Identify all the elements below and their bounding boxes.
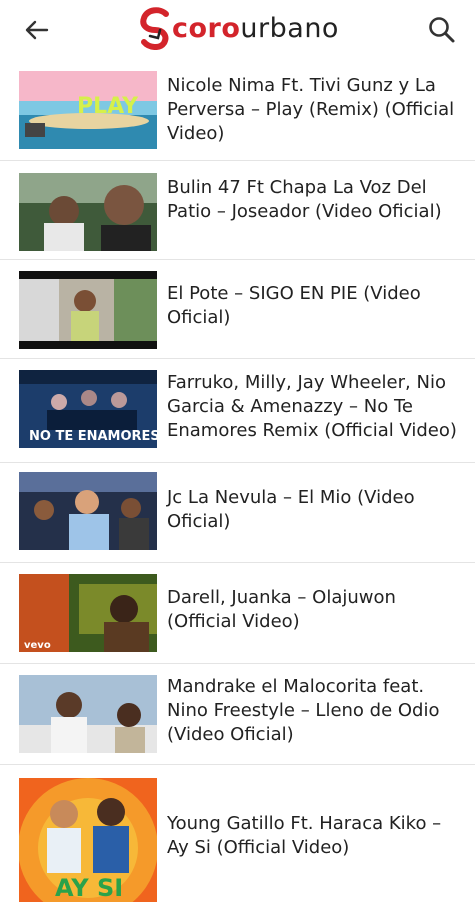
video-title: Nicole Nima Ft. Tivi Gunz y La Perversa … xyxy=(167,75,455,144)
video-thumbnail: PLAY xyxy=(19,71,157,149)
list-item[interactable]: Mandrake el Malocorita feat. Nino Freest… xyxy=(0,664,475,765)
logo-text: corourbano xyxy=(172,13,339,44)
video-thumbnail xyxy=(19,271,157,349)
list-item[interactable]: AY SI Young Gatillo Ft. Haraca Kiko – Ay… xyxy=(0,765,475,905)
video-title: Darell, Juanka – Olajuwon (Official Vide… xyxy=(167,587,396,632)
thumb-overlay-text: PLAY xyxy=(77,94,139,119)
app-bar: corourbano xyxy=(0,0,475,58)
logo-text-urbano: urbano xyxy=(240,12,339,44)
video-title: Jc La Nevula – El Mio (Video Oficial) xyxy=(167,487,415,532)
logo-mark-icon xyxy=(140,7,169,50)
video-title: Bulin 47 Ft Chapa La Voz Del Patio – Jos… xyxy=(167,177,442,222)
thumb-overlay-text: AY SI xyxy=(55,874,123,902)
list-item[interactable]: El Pote – SIGO EN PIE (Video Oficial) xyxy=(0,260,475,359)
search-icon[interactable] xyxy=(426,14,458,46)
list-item[interactable]: vevo Darell, Juanka – Olajuwon (Official… xyxy=(0,563,475,664)
list-item[interactable]: Bulin 47 Ft Chapa La Voz Del Patio – Jos… xyxy=(0,161,475,260)
video-title: Farruko, Milly, Jay Wheeler, Nio Garcia … xyxy=(167,372,457,441)
logo-text-coro: coro xyxy=(172,12,241,44)
video-title: Mandrake el Malocorita feat. Nino Freest… xyxy=(167,676,440,745)
video-thumbnail: vevo xyxy=(19,574,157,652)
arrow-left-icon[interactable] xyxy=(22,15,52,45)
thumb-overlay-text: vevo xyxy=(24,640,51,651)
video-thumbnail xyxy=(19,173,157,251)
list-item[interactable]: Jc La Nevula – El Mio (Video Oficial) xyxy=(0,463,475,563)
list-item[interactable]: PLAY Nicole Nima Ft. Tivi Gunz y La Perv… xyxy=(0,62,475,161)
thumb-overlay-text: NO TE ENAMORES xyxy=(29,429,157,444)
logo[interactable]: corourbano xyxy=(138,6,339,50)
video-thumbnail: AY SI xyxy=(19,778,157,902)
video-thumbnail xyxy=(19,675,157,753)
list-item[interactable]: NO TE ENAMORES Farruko, Milly, Jay Wheel… xyxy=(0,359,475,463)
video-thumbnail: NO TE ENAMORES xyxy=(19,370,157,448)
video-title: Young Gatillo Ft. Haraca Kiko – Ay Si (O… xyxy=(167,813,442,858)
video-thumbnail xyxy=(19,472,157,550)
video-list: PLAY Nicole Nima Ft. Tivi Gunz y La Perv… xyxy=(0,62,475,905)
video-title: El Pote – SIGO EN PIE (Video Oficial) xyxy=(167,283,421,328)
